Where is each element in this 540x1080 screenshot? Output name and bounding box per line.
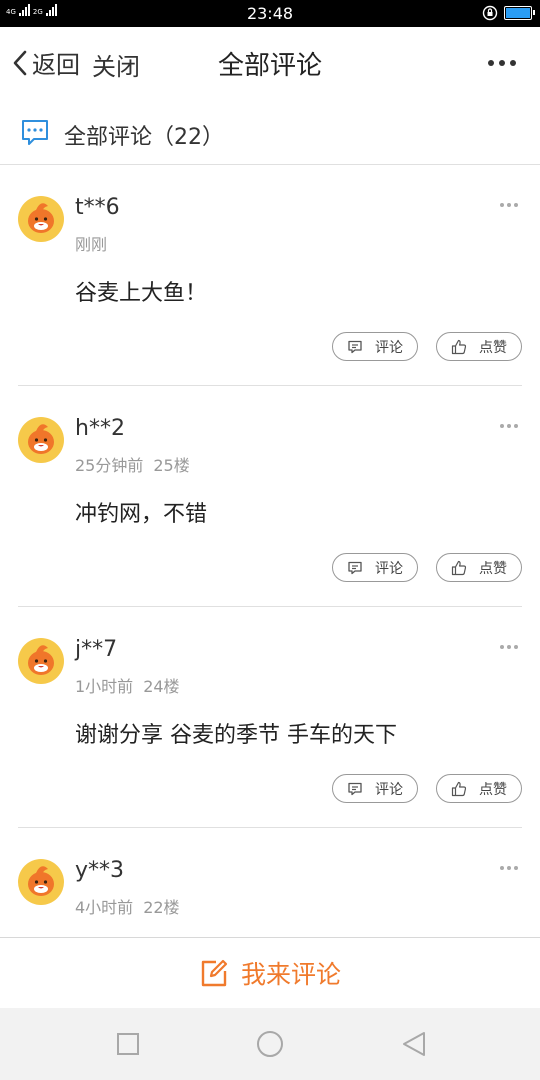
write-comment-button[interactable]: 我来评论 — [0, 937, 540, 1008]
comment-meta: 25分钟前 25楼 — [75, 452, 190, 476]
comment-username[interactable]: t**6 — [75, 195, 120, 220]
like-button[interactable]: 点赞 — [436, 774, 522, 803]
status-time: 23:48 — [246, 4, 294, 23]
status-bar: 4G 2G 23:48 — [0, 0, 540, 27]
comment-content: 谷麦上大鱼！ — [75, 281, 208, 306]
reply-label: 评论 — [375, 781, 403, 798]
avatar-icon[interactable] — [18, 638, 64, 684]
reply-bubble-icon — [348, 561, 362, 574]
comment-username[interactable]: h**2 — [75, 416, 125, 441]
back-button[interactable]: 返回 — [10, 45, 80, 80]
avatar-icon[interactable] — [18, 417, 64, 463]
app-root: 4G 2G 23:48 返回 关闭 全部评论 全部评论（22） t**6 刚刚 … — [0, 0, 540, 1080]
like-button[interactable]: 点赞 — [436, 332, 522, 361]
status-right — [482, 5, 535, 21]
comment-more-icon[interactable] — [500, 866, 518, 870]
comment-floor: 22楼 — [143, 898, 180, 917]
more-horizontal-icon[interactable] — [488, 55, 520, 71]
thumbs-up-icon — [451, 781, 467, 796]
reply-label: 评论 — [375, 339, 403, 356]
comment-content: 冲钓网，不错 — [75, 502, 208, 527]
battery-level — [506, 8, 530, 18]
like-label: 点赞 — [479, 339, 507, 356]
reply-button[interactable]: 评论 — [332, 332, 418, 361]
battery-icon — [504, 6, 535, 20]
comment-item: t**6 刚刚 谷麦上大鱼！ 评论 点赞 — [0, 165, 540, 386]
comment-more-icon[interactable] — [500, 645, 518, 649]
comment-username[interactable]: y**3 — [75, 858, 124, 883]
square-icon[interactable] — [114, 1030, 142, 1058]
comment-time: 4小时前 — [75, 898, 134, 917]
write-comment-label: 我来评论 — [240, 960, 341, 989]
comment-bubble-icon — [22, 120, 48, 145]
comments-header: 全部评论（22） — [0, 99, 540, 165]
comment-more-icon[interactable] — [500, 424, 518, 428]
comment-username[interactable]: j**7 — [75, 637, 117, 662]
chevron-left-icon — [13, 50, 27, 75]
like-button[interactable]: 点赞 — [436, 553, 522, 582]
comment-more-icon[interactable] — [500, 203, 518, 207]
like-label: 点赞 — [479, 560, 507, 577]
comment-actions: 评论 点赞 — [332, 332, 522, 361]
comment-meta: 1小时前 24楼 — [75, 673, 180, 697]
comment-item: j**7 1小时前 24楼 谢谢分享 谷麦的季节 手车的天下 评论 点赞 — [0, 607, 540, 828]
close-button[interactable]: 关闭 — [92, 47, 140, 82]
thumbs-up-icon — [451, 339, 467, 354]
comment-list: t**6 刚刚 谷麦上大鱼！ 评论 点赞 h**2 25分钟前 25楼 冲钓网，… — [0, 165, 540, 1049]
nav-bar: 返回 关闭 全部评论 — [0, 27, 540, 99]
comment-actions: 评论 点赞 — [332, 774, 522, 803]
reply-bubble-icon — [348, 782, 362, 795]
back-label: 返回 — [32, 51, 80, 79]
system-nav-bar — [0, 1008, 540, 1080]
circle-icon[interactable] — [256, 1030, 284, 1058]
avatar-icon[interactable] — [18, 196, 64, 242]
avatar-icon[interactable] — [18, 859, 64, 905]
edit-icon — [201, 959, 228, 987]
page-title: 全部评论 — [217, 51, 322, 81]
reply-button[interactable]: 评论 — [332, 774, 418, 803]
comment-floor: 25楼 — [153, 456, 190, 475]
comment-floor: 24楼 — [143, 677, 180, 696]
comment-actions: 评论 点赞 — [332, 553, 522, 582]
comment-meta: 刚刚 — [75, 231, 117, 255]
triangle-back-icon[interactable] — [400, 1030, 428, 1058]
comment-time: 刚刚 — [75, 235, 108, 254]
comment-time: 1小时前 — [75, 677, 134, 696]
reply-label: 评论 — [375, 560, 403, 577]
comment-content: 谢谢分享 谷麦的季节 手车的天下 — [75, 723, 397, 748]
rotation-lock-icon — [482, 5, 498, 21]
comments-count-title: 全部评论（22） — [64, 125, 224, 150]
reply-bubble-icon — [348, 340, 362, 353]
reply-button[interactable]: 评论 — [332, 553, 418, 582]
comment-meta: 4小时前 22楼 — [75, 894, 180, 918]
comment-item: h**2 25分钟前 25楼 冲钓网，不错 评论 点赞 — [0, 386, 540, 607]
thumbs-up-icon — [451, 560, 467, 575]
comment-time: 25分钟前 — [75, 456, 144, 475]
like-label: 点赞 — [479, 781, 507, 798]
